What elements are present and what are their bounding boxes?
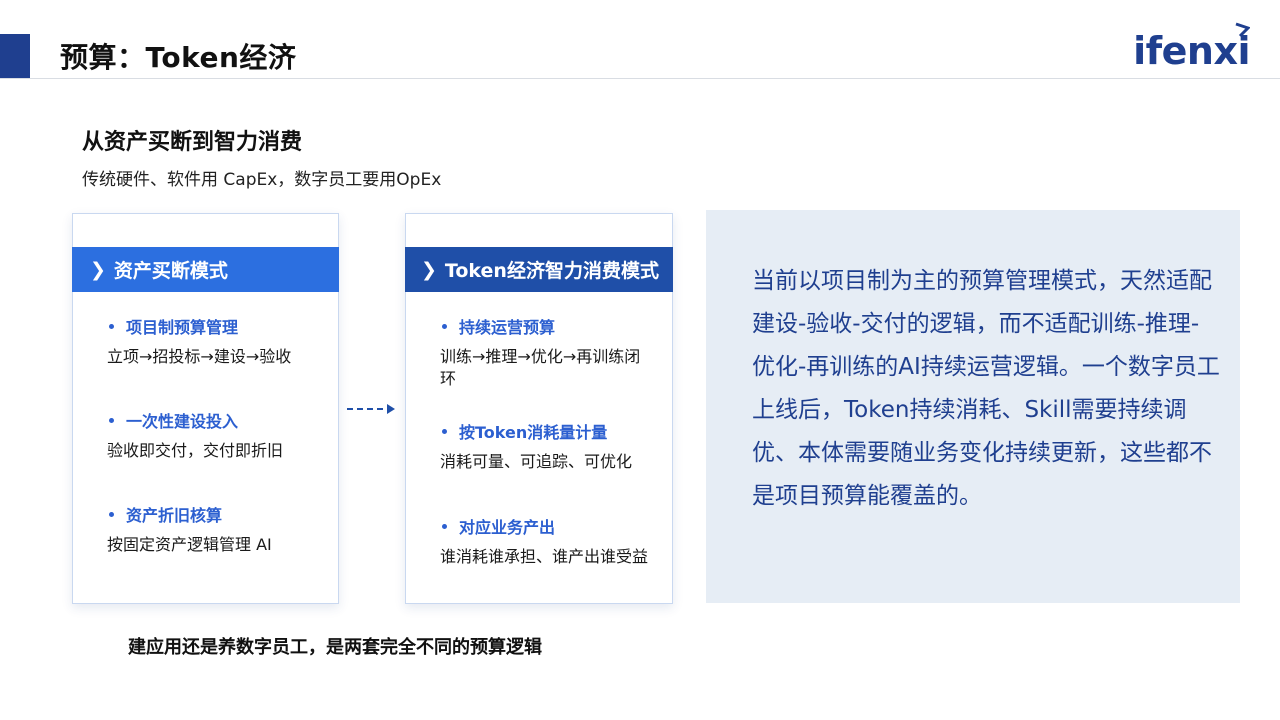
item-title: 按Token消耗量计量 [459, 423, 608, 442]
bullet-icon [109, 417, 114, 423]
item-title: 项目制预算管理 [126, 318, 239, 337]
card-header: ❯ Token经济智力消费模式 [405, 247, 673, 292]
item-text: 消耗可量、可追踪、可优化 [440, 452, 633, 471]
bullet-icon [442, 323, 447, 329]
item-title-row: 持续运营预算 [442, 314, 662, 338]
card-header-label: Token经济智力消费模式 [444, 260, 659, 282]
item-title-row: 按Token消耗量计量 [442, 419, 662, 443]
card-header: ❯ 资产买断模式 [72, 247, 339, 292]
slide: 预算：Token经济 ifenxi 从资产买断到智力消费 传统硬件、软件用 Ca… [0, 0, 1280, 720]
bullet-icon [442, 523, 447, 529]
section-title: 从资产买断到智力消费 [82, 130, 303, 155]
item-title: 资产折旧核算 [126, 506, 223, 525]
footer-note: 建应用还是养数字员工，是两套完全不同的预算逻辑 [128, 637, 542, 658]
item-text: 谁消耗谁承担、谁产出谁受益 [440, 547, 649, 566]
card-header-label: 资产买断模式 [113, 260, 228, 282]
header-divider [0, 78, 1280, 79]
item-text: 立项→招投标→建设→验收 [107, 347, 292, 366]
item-title-row: 对应业务产出 [442, 514, 662, 538]
bullet-icon [442, 428, 447, 434]
bullet-icon [109, 511, 114, 517]
token-economy-card: ❯ Token经济智力消费模式 持续运营预算 训练→推理→优化→再训练闭环 按T… [405, 213, 673, 604]
item-title: 持续运营预算 [459, 318, 556, 337]
header-accent-bar [0, 34, 30, 78]
list-item: 项目制预算管理 立项→招投标→建设→验收 [107, 314, 328, 368]
info-panel-text: 当前以项目制为主的预算管理模式，天然适配建设-验收-交付的逻辑，而不适配训练-推… [752, 268, 1220, 509]
item-title-row: 项目制预算管理 [109, 314, 328, 338]
asset-buyout-card: ❯ 资产买断模式 项目制预算管理 立项→招投标→建设→验收 一次性建设投入 验收… [72, 213, 339, 604]
item-text: 验收即交付，交付即折旧 [107, 441, 284, 460]
list-item: 持续运营预算 训练→推理→优化→再训练闭环 [440, 314, 662, 390]
item-title: 对应业务产出 [459, 518, 556, 537]
logo-arrow-icon [1235, 22, 1250, 38]
bullet-icon [109, 323, 114, 329]
list-item: 按Token消耗量计量 消耗可量、可追踪、可优化 [440, 419, 662, 473]
list-item: 资产折旧核算 按固定资产逻辑管理 AI [107, 502, 328, 556]
chevron-right-icon: ❯ [421, 258, 437, 281]
dashed-arrow-icon [347, 404, 395, 414]
item-text: 按固定资产逻辑管理 AI [107, 535, 272, 554]
section-subtitle: 传统硬件、软件用 CapEx，数字员工要用OpEx [82, 170, 442, 190]
logo-text: ifenxi [1133, 29, 1250, 73]
item-title-row: 资产折旧核算 [109, 502, 328, 526]
chevron-right-icon: ❯ [90, 258, 106, 281]
list-item: 一次性建设投入 验收即交付，交付即折旧 [107, 408, 328, 462]
item-title-row: 一次性建设投入 [109, 408, 328, 432]
item-title: 一次性建设投入 [126, 412, 239, 431]
page-title: 预算：Token经济 [60, 41, 297, 74]
item-text: 训练→推理→优化→再训练闭环 [440, 347, 641, 388]
list-item: 对应业务产出 谁消耗谁承担、谁产出谁受益 [440, 514, 662, 568]
logo: ifenxi [1133, 22, 1250, 73]
